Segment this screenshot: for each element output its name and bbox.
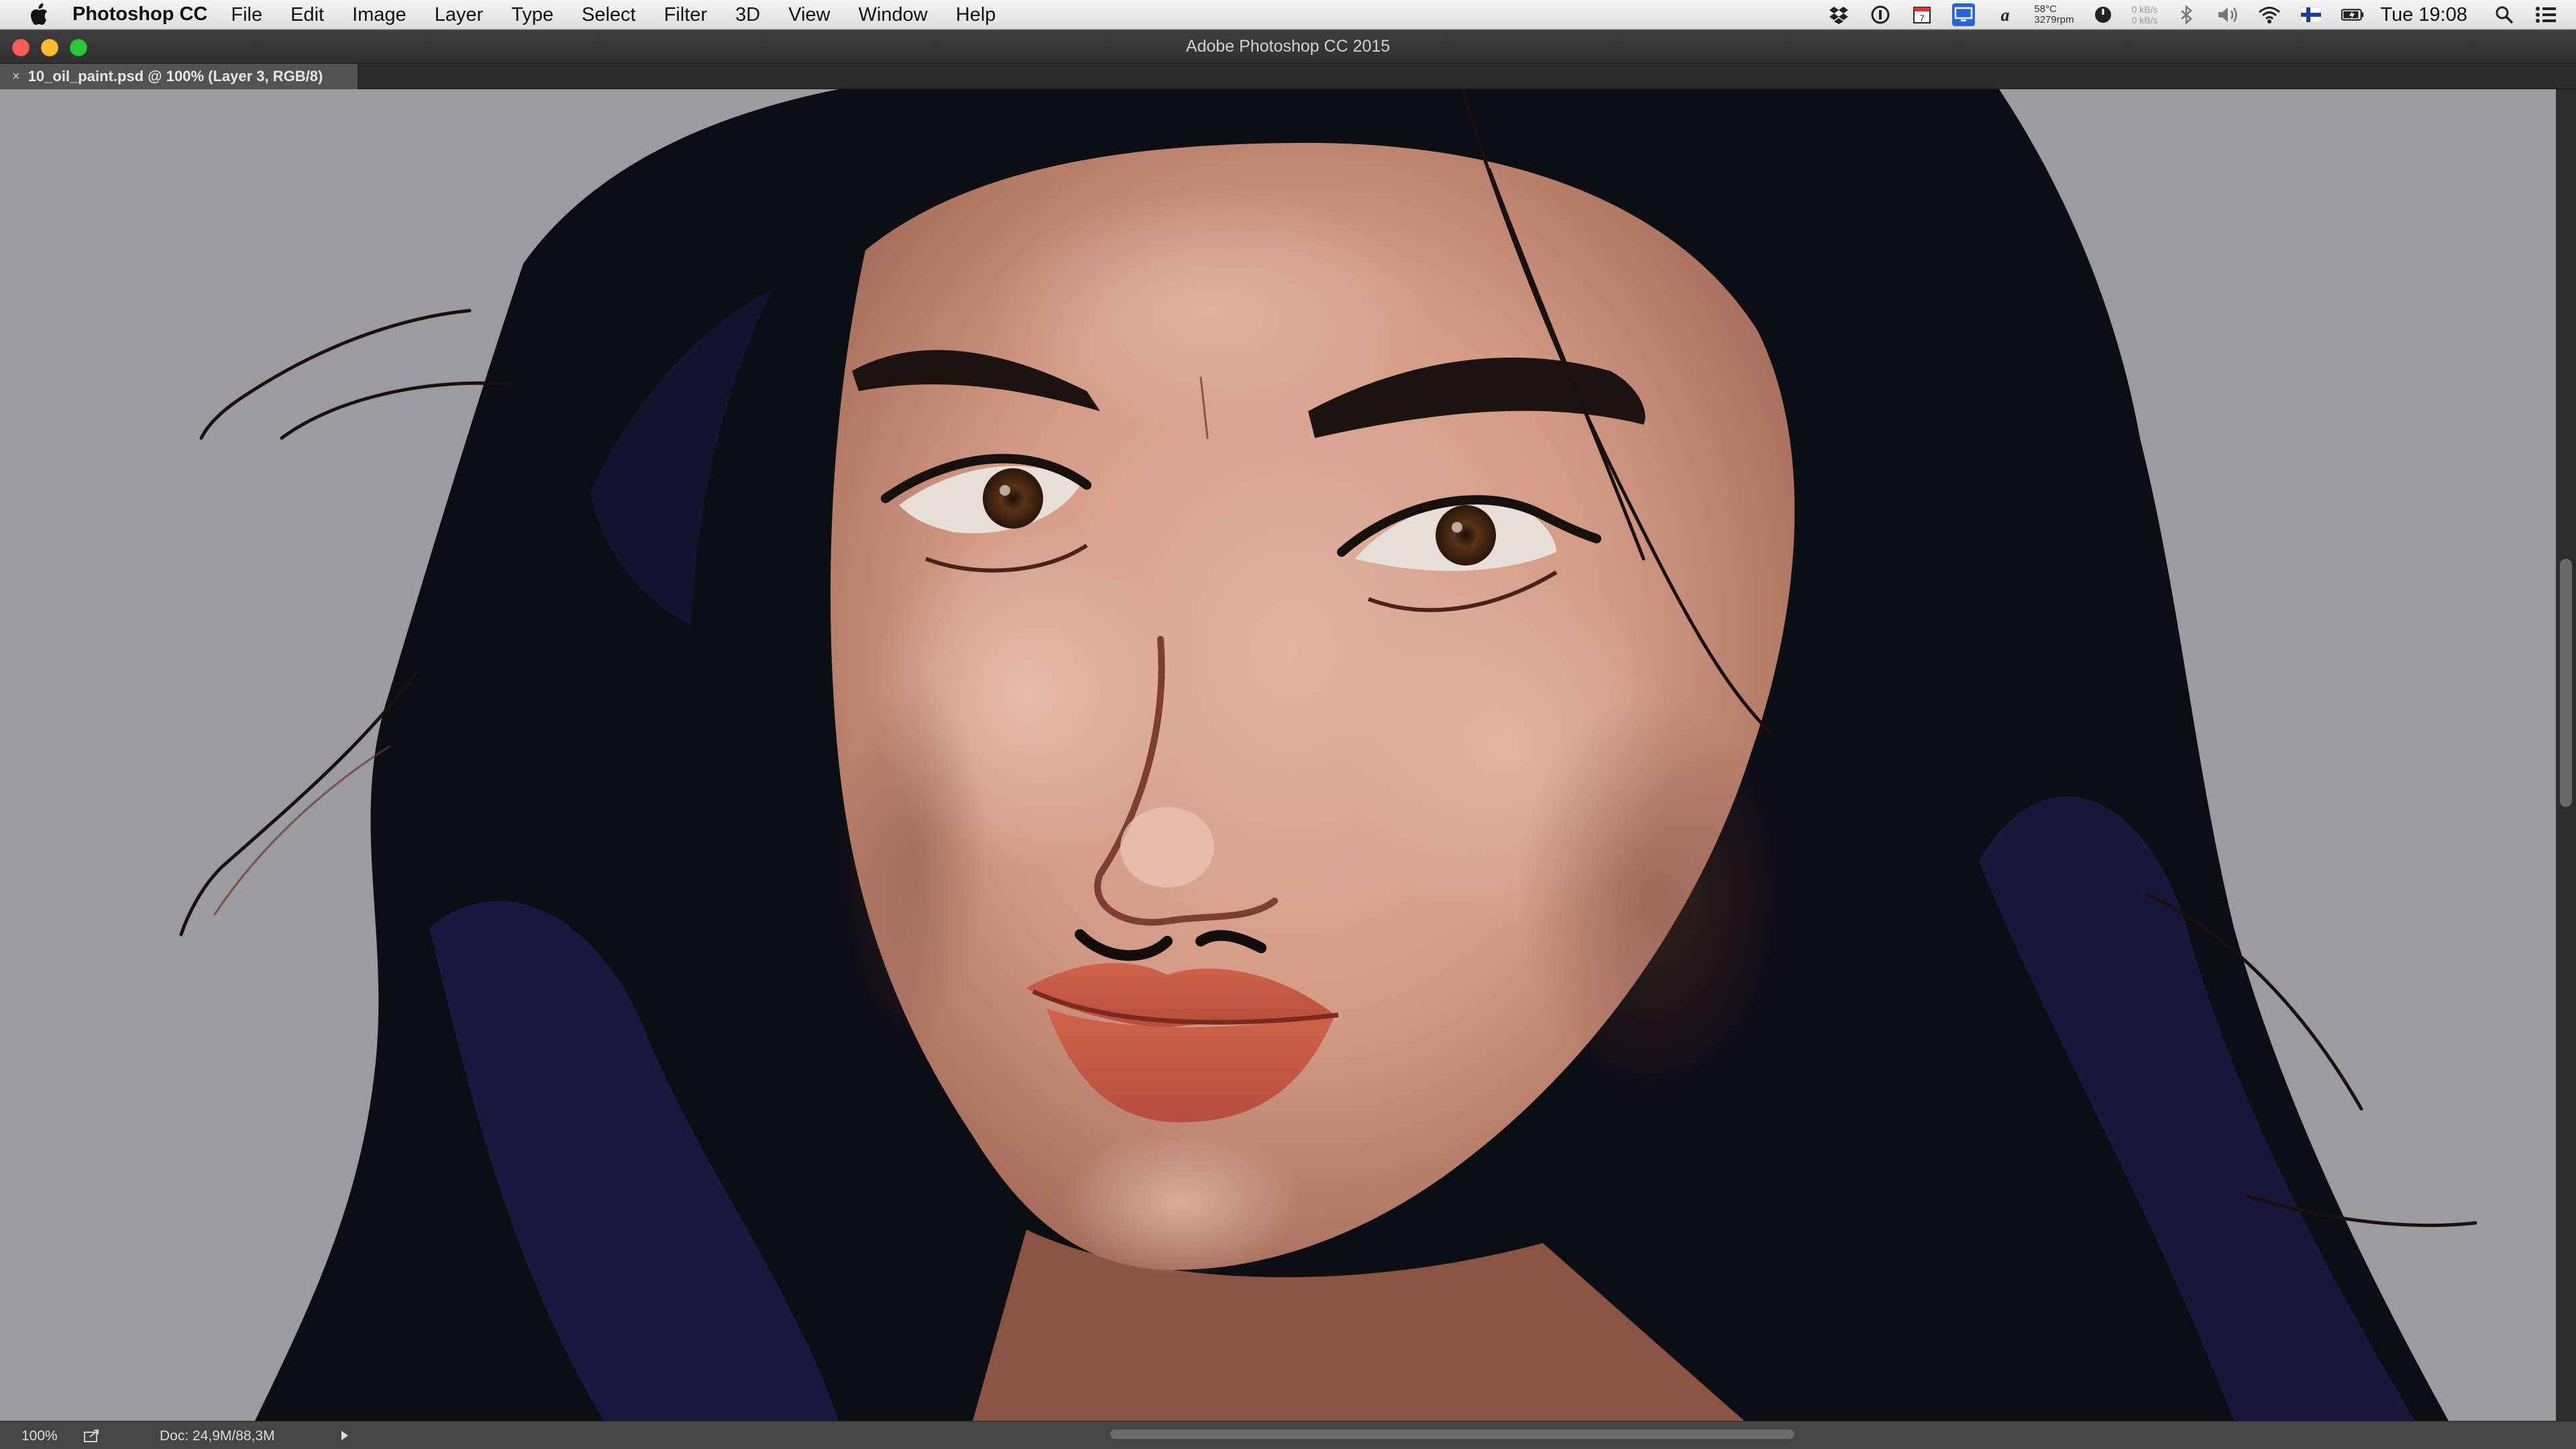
painting-artwork <box>179 89 2477 1421</box>
window-controls <box>12 39 99 56</box>
iris-left <box>983 468 1043 529</box>
spotlight-icon[interactable] <box>2493 3 2516 26</box>
onepassword-icon[interactable] <box>1869 3 1892 26</box>
menu-image[interactable]: Image <box>338 0 421 30</box>
menu-help[interactable]: Help <box>942 0 1010 30</box>
document-tab[interactable]: × 10_oil_paint.psd @ 100% (Layer 3, RGB/… <box>0 64 358 89</box>
temperature-text[interactable]: 58°C 3279rpm <box>2034 4 2074 25</box>
cpu-temp: 58°C <box>2034 3 2057 15</box>
menubar-clock[interactable]: Tue 19:08 <box>2380 4 2467 26</box>
close-icon[interactable]: × <box>12 69 20 85</box>
app-menu[interactable]: Photoshop CC <box>72 3 207 25</box>
menu-view[interactable]: View <box>774 0 844 30</box>
jaw-shadow-left <box>839 673 986 1049</box>
document-tab-bar: × 10_oil_paint.psd @ 100% (Layer 3, RGB/… <box>0 64 2576 89</box>
eye-left-highlight <box>1000 485 1010 496</box>
document-canvas[interactable] <box>0 89 2556 1421</box>
net-up: 0 kB/s <box>2131 4 2158 15</box>
menu-3d[interactable]: 3D <box>721 0 774 30</box>
vertical-scrollbar[interactable] <box>2556 89 2576 1421</box>
iris-right <box>1436 505 1496 566</box>
fan-speed: 3279rpm <box>2034 14 2074 25</box>
notification-center-icon[interactable] <box>2534 3 2557 26</box>
vertical-scroll-thumb[interactable] <box>2560 559 2572 807</box>
menu-filter[interactable]: Filter <box>650 0 721 30</box>
share-icon[interactable] <box>83 1428 102 1443</box>
volume-icon[interactable] <box>2216 3 2239 26</box>
document-statusbar: 100% Doc: 24,9M/88,3M <box>0 1421 2576 1449</box>
menu-edit[interactable]: Edit <box>276 0 338 30</box>
battery-icon[interactable] <box>2341 3 2364 26</box>
wifi-icon[interactable] <box>2258 3 2281 26</box>
menu-items: File Edit Image Layer Type Select Filter… <box>217 0 1010 30</box>
window-title: Adobe Photoshop CC 2015 <box>1185 37 1391 56</box>
svg-text:a: a <box>2001 5 2010 25</box>
menu-type[interactable]: Type <box>497 0 568 30</box>
menu-file[interactable]: File <box>217 0 276 30</box>
chin-highlight <box>1060 1129 1301 1277</box>
window-zoom-button[interactable] <box>70 39 87 56</box>
window-titlebar: Adobe Photoshop CC 2015 <box>0 30 2576 64</box>
timer-icon[interactable] <box>2092 3 2114 26</box>
document-tab-label: 10_oil_paint.psd @ 100% (Layer 3, RGB/8) <box>28 68 323 85</box>
apple-icon[interactable] <box>25 1 52 28</box>
menu-window[interactable]: Window <box>845 0 942 30</box>
menu-select[interactable]: Select <box>568 0 650 30</box>
bluetooth-icon[interactable] <box>2175 3 2198 26</box>
macos-menubar: Photoshop CC File Edit Image Layer Type … <box>0 0 2576 30</box>
alfred-icon[interactable]: a <box>1994 3 2017 26</box>
window-close-button[interactable] <box>12 39 30 56</box>
window-minimize-button[interactable] <box>41 39 58 56</box>
calendar-icon[interactable]: 7 <box>1911 3 1933 26</box>
net-down: 0 kB/s <box>2131 15 2158 25</box>
zoom-level[interactable]: 100% <box>21 1428 58 1444</box>
play-arrow-icon[interactable] <box>339 1430 351 1442</box>
eye-right-highlight <box>1452 522 1462 533</box>
network-speed-text[interactable]: 0 kB/s 0 kB/s <box>2132 4 2158 25</box>
document-size-info[interactable]: Doc: 24,9M/88,3M <box>160 1428 275 1444</box>
calendar-day-text: 7 <box>1919 13 1925 23</box>
nose-tip-highlight <box>1120 807 1214 888</box>
menu-layer[interactable]: Layer <box>421 0 498 30</box>
display-icon[interactable] <box>1952 3 1976 26</box>
flag-icon[interactable] <box>2300 3 2322 26</box>
jaw-shadow-right <box>1516 693 1784 1095</box>
horizontal-scroll-thumb[interactable] <box>1110 1430 1794 1439</box>
status-menu-extras: 7 a 58°C 3279rpm 0 kB/s 0 kB/s Tue 19:08 <box>1818 0 2576 30</box>
dropbox-icon[interactable] <box>1827 3 1850 26</box>
